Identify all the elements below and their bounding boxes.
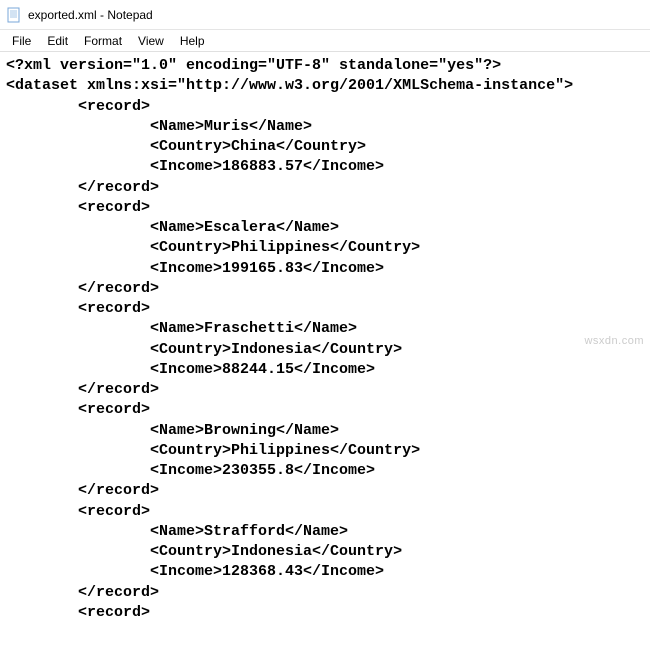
- menu-view[interactable]: View: [130, 32, 172, 50]
- notepad-icon: [6, 7, 22, 23]
- watermark: wsxdn.com: [584, 335, 644, 347]
- menu-file[interactable]: File: [4, 32, 39, 50]
- text-editor[interactable]: <?xml version="1.0" encoding="UTF-8" sta…: [0, 52, 650, 627]
- menu-help[interactable]: Help: [172, 32, 213, 50]
- menubar: File Edit Format View Help: [0, 30, 650, 52]
- menu-format[interactable]: Format: [76, 32, 130, 50]
- titlebar: exported.xml - Notepad: [0, 0, 650, 30]
- window-title: exported.xml - Notepad: [28, 8, 153, 22]
- menu-edit[interactable]: Edit: [39, 32, 76, 50]
